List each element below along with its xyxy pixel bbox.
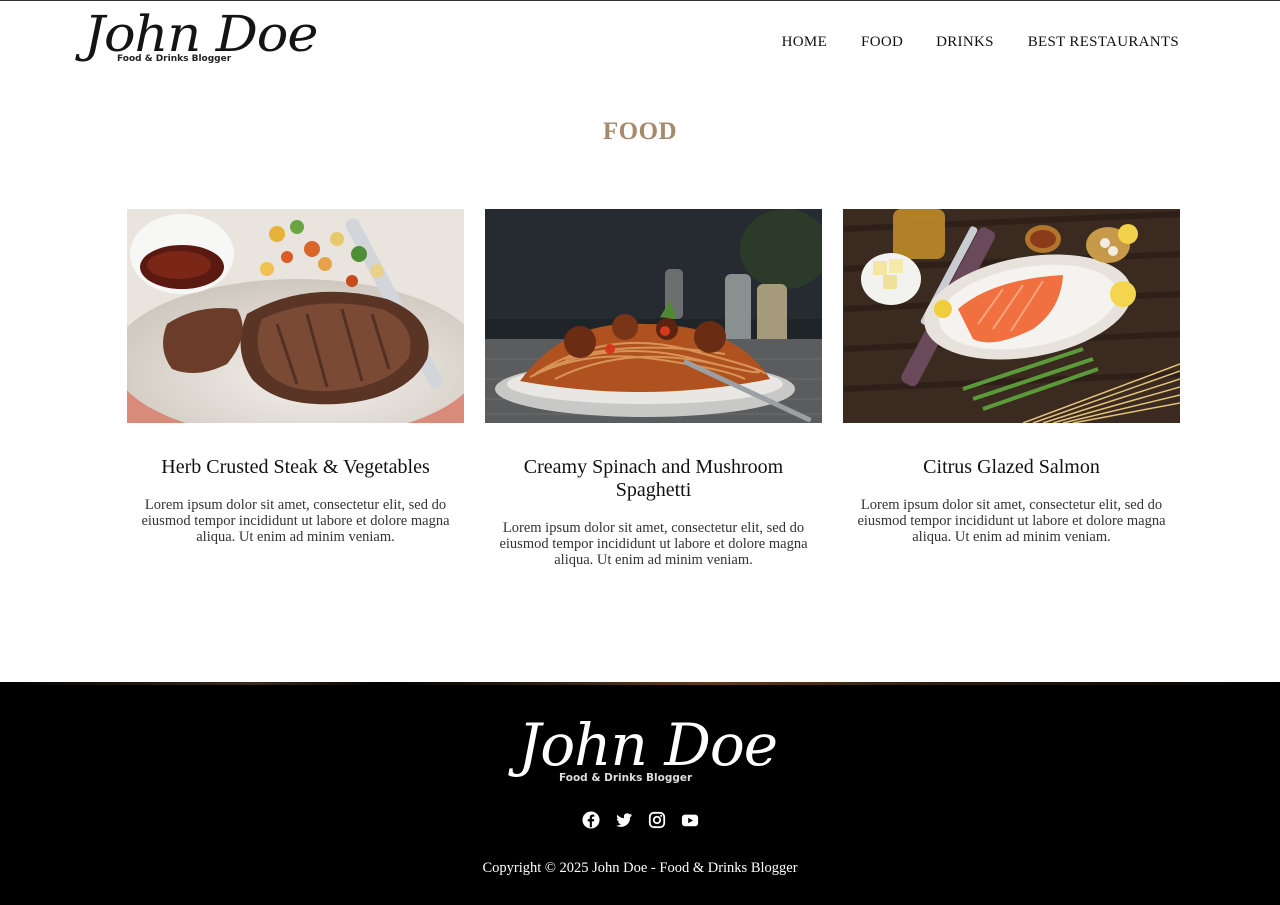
- post-card-salmon[interactable]: Citrus Glazed Salmon Lorem ipsum dolor s…: [843, 209, 1180, 545]
- post-excerpt: Lorem ipsum dolor sit amet, consectetur …: [141, 497, 450, 545]
- footer-logo-name: John Doe: [518, 711, 778, 779]
- post-card-steak[interactable]: Herb Crusted Steak & Vegetables Lorem ip…: [127, 209, 464, 545]
- facebook-icon[interactable]: [581, 811, 600, 829]
- main-nav: HOME FOOD DRINKS BEST RESTAURANTS: [782, 34, 1179, 51]
- post-image-steak[interactable]: [127, 209, 464, 423]
- footer-logo[interactable]: John Doe Food & Drinks Blogger: [518, 710, 778, 800]
- instagram-icon[interactable]: [648, 811, 666, 829]
- youtube-icon[interactable]: [681, 811, 699, 829]
- post-excerpt: Lorem ipsum dolor sit amet, consectetur …: [499, 520, 808, 568]
- post-card-spaghetti[interactable]: Creamy Spinach and Mushroom Spaghetti Lo…: [485, 209, 822, 568]
- post-image-spaghetti[interactable]: [485, 209, 822, 423]
- post-title[interactable]: Citrus Glazed Salmon: [843, 456, 1180, 479]
- nav-food[interactable]: FOOD: [861, 34, 903, 51]
- twitter-icon[interactable]: [615, 811, 633, 829]
- post-excerpt: Lorem ipsum dolor sit amet, consectetur …: [857, 497, 1166, 545]
- top-border: [0, 0, 1280, 1]
- site-footer: John Doe Food & Drinks Blogger Copyright…: [0, 682, 1280, 905]
- footer-top-edge: [0, 682, 1280, 685]
- copyright-text: Copyright © 2025 John Doe - Food & Drink…: [482, 860, 798, 876]
- post-title[interactable]: Creamy Spinach and Mushroom Spaghetti: [485, 456, 822, 502]
- footer-logo-tagline: Food & Drinks Blogger: [559, 772, 693, 784]
- nav-drinks[interactable]: DRINKS: [936, 34, 994, 51]
- nav-home[interactable]: HOME: [782, 34, 827, 51]
- logo-tagline: Food & Drinks Blogger: [117, 54, 232, 64]
- post-image-salmon[interactable]: [843, 209, 1180, 423]
- social-links: [0, 811, 1280, 829]
- post-title[interactable]: Herb Crusted Steak & Vegetables: [127, 456, 464, 479]
- page-title: FOOD: [602, 118, 678, 145]
- header-logo[interactable]: John Doe Food & Drinks Blogger: [84, 4, 318, 76]
- nav-best-restaurants[interactable]: BEST RESTAURANTS: [1028, 34, 1179, 51]
